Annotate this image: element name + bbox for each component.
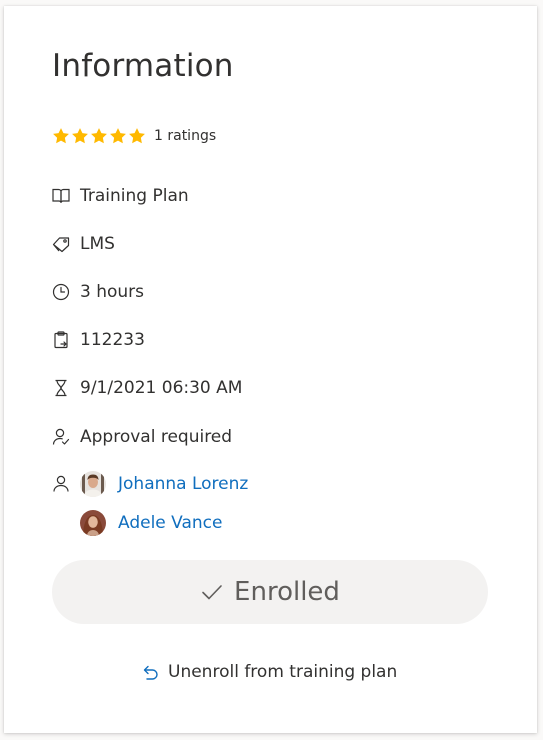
detail-code-text: 112233 <box>80 330 145 350</box>
avatar <box>80 471 106 497</box>
person-link-adele[interactable]: Adele Vance <box>118 513 222 533</box>
clock-icon <box>50 281 72 303</box>
detail-approval-text: Approval required <box>80 427 233 447</box>
star-icon <box>110 128 126 144</box>
person-icon <box>50 473 72 495</box>
clipboard-icon <box>50 329 72 351</box>
tag-icon <box>50 233 72 255</box>
detail-deadline: 9/1/2021 06:30 AM <box>50 376 242 400</box>
enrolled-button-label: Enrolled <box>234 577 340 607</box>
star-icon <box>53 128 69 144</box>
detail-code: 112233 <box>50 328 145 352</box>
person-check-icon <box>50 426 72 448</box>
person-link-johanna[interactable]: Johanna Lorenz <box>118 474 248 494</box>
star-icon <box>72 128 88 144</box>
person-johanna: Johanna Lorenz <box>80 470 248 498</box>
star-icon <box>129 128 145 144</box>
rating-stars <box>52 127 146 145</box>
detail-type-text: Training Plan <box>80 186 189 206</box>
card-title: Information <box>52 48 234 84</box>
detail-deadline-text: 9/1/2021 06:30 AM <box>80 378 243 398</box>
detail-approval: Approval required <box>50 425 232 449</box>
hourglass-icon <box>50 377 72 399</box>
enrolled-button[interactable]: Enrolled <box>52 560 488 624</box>
detail-source: LMS <box>50 232 115 256</box>
undo-icon <box>143 665 158 680</box>
detail-type: Training Plan <box>50 184 189 208</box>
book-icon <box>50 185 72 207</box>
information-card: Information 1 ratings Training Plan LMS … <box>4 6 537 733</box>
avatar <box>80 510 106 536</box>
star-icon <box>91 128 107 144</box>
detail-source-text: LMS <box>80 234 115 254</box>
rating-count: 1 ratings <box>154 128 217 144</box>
detail-duration: 3 hours <box>50 280 144 304</box>
person-adele: Adele Vance <box>80 509 222 537</box>
people-row <box>50 472 72 496</box>
unenroll-link[interactable]: Unenroll from training plan <box>140 660 397 684</box>
unenroll-label: Unenroll from training plan <box>168 662 398 682</box>
detail-duration-text: 3 hours <box>80 282 145 302</box>
rating: 1 ratings <box>52 124 216 148</box>
checkmark-icon <box>202 585 222 600</box>
